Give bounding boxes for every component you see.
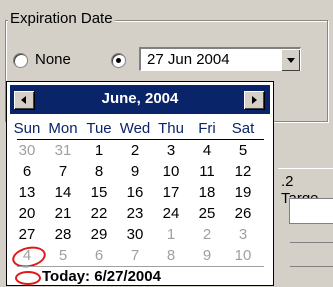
weekday-header: Wed	[119, 120, 151, 137]
calendar-day[interactable]: 16	[117, 184, 153, 201]
calendar-day[interactable]: 8	[81, 163, 117, 180]
calendar-day[interactable]: 31	[45, 142, 81, 159]
weekday-header: Sun	[13, 120, 41, 137]
today-circle-icon	[15, 271, 41, 285]
background-divider	[290, 266, 333, 267]
today-link[interactable]: Today: 6/27/2004	[42, 268, 161, 285]
weekday-header: Mon	[48, 120, 78, 137]
dropdown-button[interactable]	[281, 49, 300, 71]
calendar-day[interactable]: 17	[153, 184, 189, 201]
next-month-button[interactable]	[244, 91, 264, 109]
calendar-day[interactable]: 20	[9, 205, 45, 222]
today-divider	[17, 266, 264, 267]
calendar-day[interactable]: 13	[9, 184, 45, 201]
calendar-day[interactable]: 2	[189, 226, 225, 243]
calendar-day[interactable]: 18	[189, 184, 225, 201]
month-title: June, 2004	[101, 90, 179, 107]
weekday-header: Tue	[86, 120, 112, 137]
none-label: None	[35, 51, 71, 68]
weekday-header: Sat	[231, 120, 255, 137]
calendar-day[interactable]: 12	[225, 163, 261, 180]
background-divider	[290, 242, 333, 243]
radio-selected-dot	[116, 58, 121, 63]
calendar-day[interactable]: 6	[9, 163, 45, 180]
calendar-day[interactable]: 5	[225, 142, 261, 159]
chevron-down-icon	[287, 58, 295, 63]
calendar-day[interactable]: 9	[117, 163, 153, 180]
calendar-day[interactable]: 24	[153, 205, 189, 222]
none-radio[interactable]	[13, 53, 28, 68]
calendar-day[interactable]: 2	[117, 142, 153, 159]
calendar-day[interactable]: 30	[117, 226, 153, 243]
calendar-day[interactable]: 3	[225, 226, 261, 243]
arrow-right-icon	[252, 96, 257, 104]
calendar-day[interactable]: 23	[117, 205, 153, 222]
calendar-day[interactable]: 4	[189, 142, 225, 159]
calendar-day[interactable]: 15	[81, 184, 117, 201]
calendar-day[interactable]: 3	[153, 142, 189, 159]
calendar-day[interactable]: 28	[45, 226, 81, 243]
calendar-day[interactable]: 19	[225, 184, 261, 201]
calendar-day[interactable]: 5	[45, 247, 81, 264]
weekday-divider	[17, 139, 264, 140]
calendar-day[interactable]: 26	[225, 205, 261, 222]
calendar-day[interactable]: 22	[81, 205, 117, 222]
calendar-day[interactable]: 8	[153, 247, 189, 264]
calendar-day[interactable]: 25	[189, 205, 225, 222]
calendar-day[interactable]: 10	[153, 163, 189, 180]
calendar-day[interactable]: 10	[225, 247, 261, 264]
calendar-day[interactable]: 21	[45, 205, 81, 222]
group-title: Expiration Date	[8, 10, 115, 27]
calendar-header: June, 2004	[10, 85, 270, 114]
calendar-day[interactable]: 1	[81, 142, 117, 159]
calendar-day[interactable]: 7	[117, 247, 153, 264]
calendar-day[interactable]: 29	[81, 226, 117, 243]
calendar-day[interactable]: 11	[189, 163, 225, 180]
date-combo[interactable]: 27 Jun 2004	[139, 47, 301, 71]
calendar-day-selected[interactable]: 27	[9, 226, 45, 243]
background-field[interactable]	[289, 198, 333, 224]
calendar-day[interactable]: 9	[189, 247, 225, 264]
date-radio[interactable]	[111, 53, 126, 68]
calendar-day[interactable]: 30	[9, 142, 45, 159]
calendar-day[interactable]: 6	[81, 247, 117, 264]
calendar-day[interactable]: 14	[45, 184, 81, 201]
date-combo-value: 27 Jun 2004	[147, 51, 230, 68]
calendar-day[interactable]: 7	[45, 163, 81, 180]
calendar-popup[interactable]: June, 2004 Sun Mon Tue Wed Thu Fri Sat 30 31 1 2 3…	[6, 81, 274, 286]
calendar-day[interactable]: 1	[153, 226, 189, 243]
weekday-header: Fri	[198, 120, 216, 137]
weekday-header: Thu	[158, 120, 184, 137]
